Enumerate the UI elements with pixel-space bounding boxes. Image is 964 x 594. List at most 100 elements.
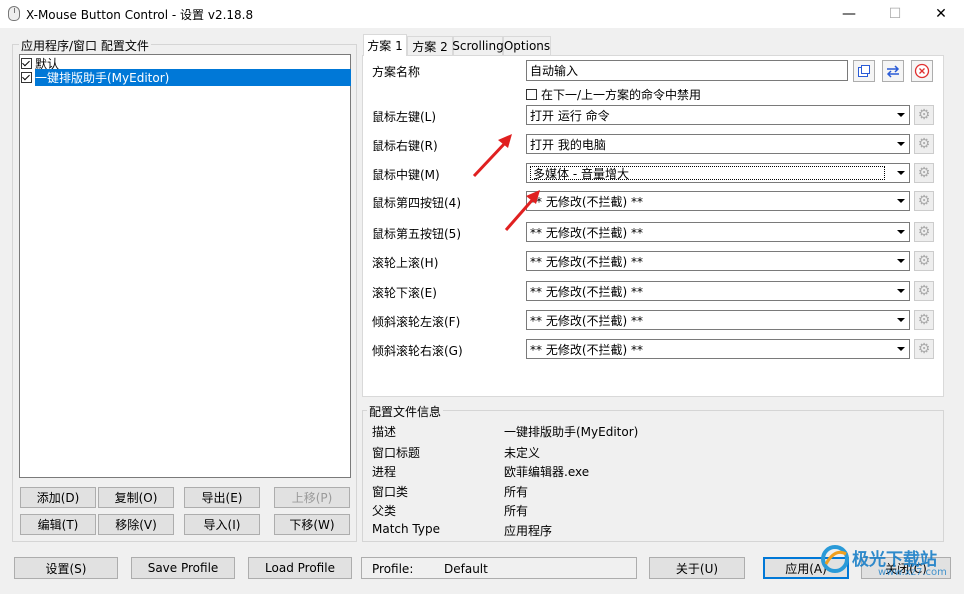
row-label: 鼠标第五按钮(5): [372, 227, 461, 241]
add-button[interactable]: 添加(D): [20, 487, 96, 508]
profile-info-label: 配置文件信息: [367, 403, 444, 420]
info-value: 未定义: [504, 446, 541, 460]
dropdown-arrow-icon: [897, 199, 905, 203]
dropdown-arrow-icon: [897, 142, 905, 146]
title-bar[interactable]: X-Mouse Button Control - 设置 v2.18.8 — ☐ …: [0, 0, 964, 28]
disable-checkbox[interactable]: [526, 89, 537, 100]
row-label: 鼠标左键(L): [372, 110, 437, 124]
row-label: 滚轮下滚(E): [372, 286, 437, 300]
profile-info-group: [362, 410, 944, 542]
close-window-button[interactable]: ✕: [918, 0, 964, 28]
status-label: Profile:: [372, 562, 414, 576]
profiles-group-label: 应用程序/窗口 配置文件: [19, 37, 151, 54]
row-label: 鼠标右键(R): [372, 139, 438, 153]
gear-icon[interactable]: ⚙: [914, 191, 934, 211]
row-label: 鼠标第四按钮(4): [372, 196, 461, 210]
action-select[interactable]: 多媒体 - 音量增大: [526, 163, 910, 183]
red-arrow-1-head: [498, 134, 512, 148]
gear-icon[interactable]: ⚙: [914, 134, 934, 154]
import-button[interactable]: 导入(I): [184, 514, 260, 535]
action-select[interactable]: ** 无修改(不拦截) **: [526, 251, 910, 271]
gear-icon[interactable]: ⚙: [914, 105, 934, 125]
info-key: 描述: [372, 425, 397, 439]
swap-arrows-icon: [886, 65, 900, 78]
disable-in-scheme-option[interactable]: 在下一/上一方案的命令中禁用: [526, 86, 701, 103]
action-select[interactable]: 打开 我的电脑: [526, 134, 910, 154]
dropdown-arrow-icon: [897, 171, 905, 175]
copy-scheme-button[interactable]: [853, 60, 875, 82]
action-select[interactable]: 打开 运行 命令: [526, 105, 910, 125]
gear-icon[interactable]: ⚙: [914, 251, 934, 271]
dropdown-arrow-icon: [897, 230, 905, 234]
tab-scrolling[interactable]: Scrolling: [452, 36, 504, 55]
action-select[interactable]: ** 无修改(不拦截) **: [526, 339, 910, 359]
info-key: Match Type: [372, 522, 440, 536]
red-arrow-2: [504, 197, 536, 231]
tab-scheme-1[interactable]: 方案 1: [363, 34, 407, 56]
copy-icon: [858, 65, 870, 77]
clear-scheme-button[interactable]: [911, 60, 933, 82]
dropdown-arrow-icon: [897, 347, 905, 351]
about-button[interactable]: 关于(U): [649, 557, 745, 579]
tab-options[interactable]: Options: [503, 36, 551, 55]
profile-status: Profile: Default: [361, 557, 637, 579]
action-value: 多媒体 - 音量增大: [530, 166, 885, 181]
gear-icon[interactable]: ⚙: [914, 281, 934, 301]
tab-scheme-2[interactable]: 方案 2: [407, 36, 453, 55]
window-title: X-Mouse Button Control - 设置 v2.18.8: [26, 8, 254, 22]
info-value: 欧菲编辑器.exe: [504, 465, 590, 479]
profile-label: 一键排版助手(MyEditor): [35, 68, 351, 86]
action-select[interactable]: ** 无修改(不拦截) **: [526, 310, 910, 330]
mouse-icon: [8, 6, 20, 21]
load-profile-button[interactable]: Load Profile: [248, 557, 352, 579]
disable-checkbox-label: 在下一/上一方案的命令中禁用: [541, 88, 702, 102]
minimize-button[interactable]: —: [826, 0, 872, 28]
gear-icon[interactable]: ⚙: [914, 163, 934, 183]
info-value: 所有: [504, 485, 529, 499]
row-label: 滚轮上滚(H): [372, 256, 439, 270]
export-button[interactable]: 导出(E): [184, 487, 260, 508]
profile-item-myeditor[interactable]: 一键排版助手(MyEditor): [21, 68, 351, 86]
status-value: Default: [444, 562, 488, 576]
info-value: 所有: [504, 504, 529, 518]
gear-icon[interactable]: ⚙: [914, 310, 934, 330]
move-down-button[interactable]: 下移(W): [274, 514, 350, 535]
action-value: ** 无修改(不拦截) **: [530, 313, 643, 328]
save-profile-button[interactable]: Save Profile: [131, 557, 235, 579]
row-label: 倾斜滚轮左滚(F): [372, 315, 461, 329]
action-value: ** 无修改(不拦截) **: [530, 284, 643, 299]
profile-checkbox[interactable]: [21, 57, 32, 69]
profile-list[interactable]: 默认 一键排版助手(MyEditor): [19, 54, 351, 478]
gear-icon[interactable]: ⚙: [914, 339, 934, 359]
copy-button[interactable]: 复制(O): [98, 487, 174, 508]
red-arrow-1: [472, 140, 508, 178]
red-arrow-2-head: [526, 190, 540, 204]
info-key: 父类: [372, 504, 397, 518]
maximize-button[interactable]: ☐: [872, 0, 918, 28]
scheme-name-label: 方案名称: [372, 65, 421, 79]
action-select[interactable]: ** 无修改(不拦截) **: [526, 191, 910, 211]
dropdown-arrow-icon: [897, 289, 905, 293]
gear-icon[interactable]: ⚙: [914, 222, 934, 242]
row-label: 倾斜滚轮右滚(G): [372, 344, 463, 358]
clear-icon: [914, 63, 930, 79]
watermark: 极光下载站 www.xz7.com: [820, 540, 960, 590]
info-key: 进程: [372, 465, 397, 479]
swap-scheme-button[interactable]: [882, 60, 904, 82]
info-value: 应用程序: [504, 524, 553, 538]
action-value: ** 无修改(不拦截) **: [530, 254, 643, 269]
watermark-logo-icon: [821, 545, 849, 573]
remove-button[interactable]: 移除(V): [98, 514, 174, 535]
info-value: 一键排版助手(MyEditor): [504, 425, 639, 439]
settings-button[interactable]: 设置(S): [14, 557, 118, 579]
action-select[interactable]: ** 无修改(不拦截) **: [526, 281, 910, 301]
dropdown-arrow-icon: [897, 318, 905, 322]
annotation-arrows: [472, 134, 540, 231]
watermark-url: www.xz7.com: [878, 567, 947, 578]
profile-checkbox[interactable]: [21, 71, 32, 83]
scheme-name-input[interactable]: 自动输入: [526, 60, 848, 81]
move-up-button[interactable]: 上移(P): [274, 487, 350, 508]
action-select[interactable]: ** 无修改(不拦截) **: [526, 222, 910, 242]
edit-button[interactable]: 编辑(T): [20, 514, 96, 535]
action-value: ** 无修改(不拦截) **: [530, 342, 643, 357]
